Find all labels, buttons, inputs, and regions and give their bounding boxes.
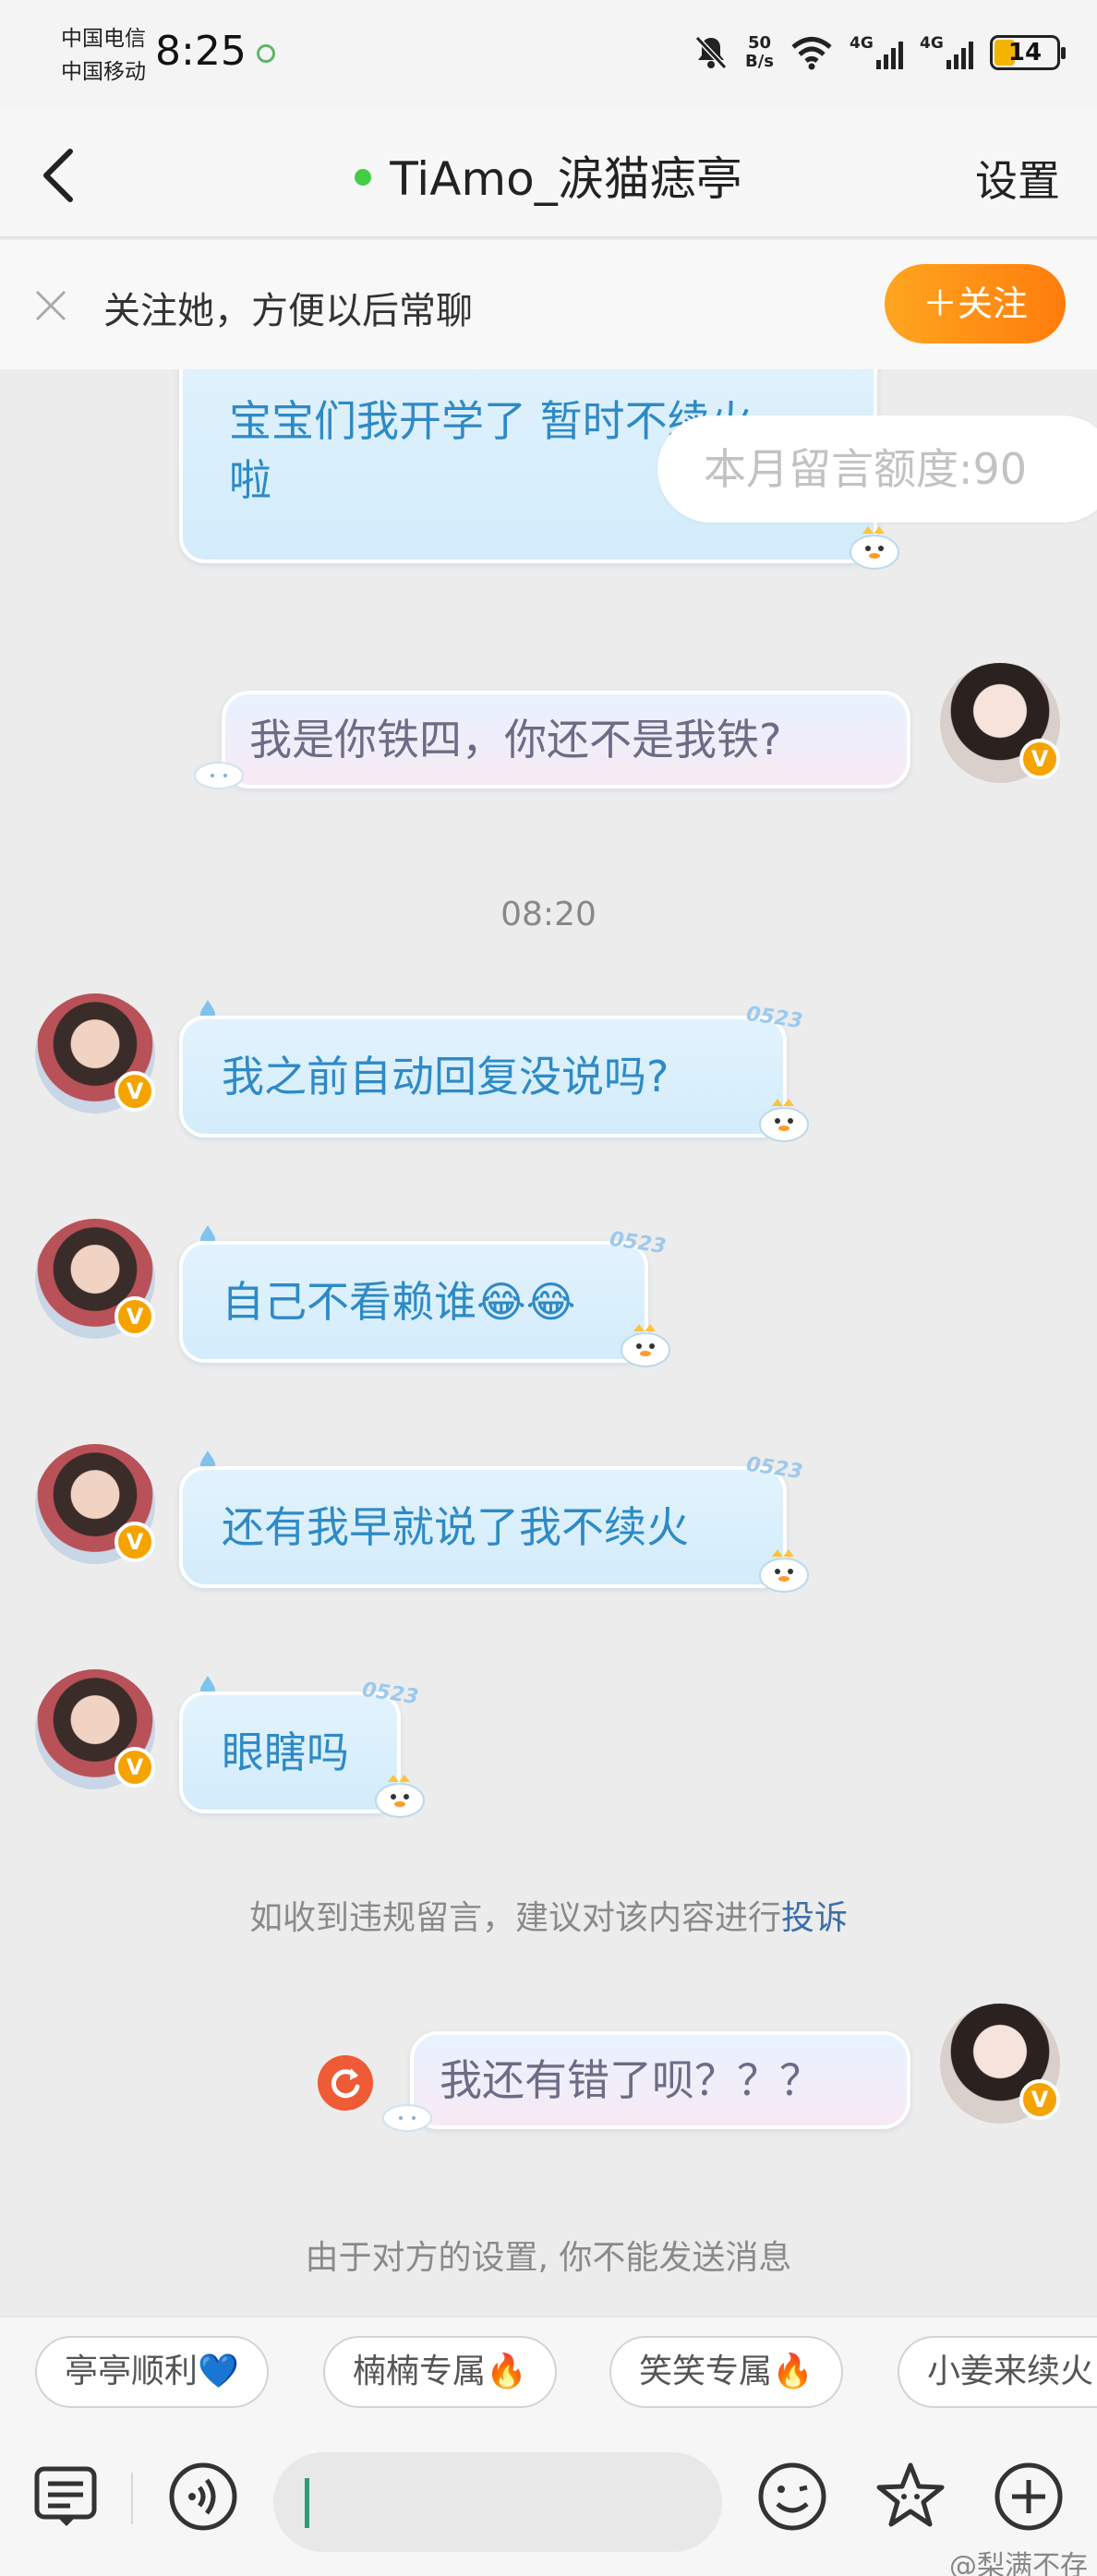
cannot-send-notice: 由于对方的设置, 你不能发送消息	[305, 2239, 792, 2277]
settings-button[interactable]: 设置	[975, 148, 1060, 209]
status-bar: 中国电信 中国移动 8:25 50 B/s 4G 4G 14	[0, 0, 1097, 109]
signal-1-icon: 4G	[850, 34, 903, 71]
wifi-icon	[791, 37, 832, 70]
text-caret	[305, 2478, 309, 2528]
clock: 8:25	[155, 28, 247, 75]
message-text: 眼瞎吗	[222, 1727, 349, 1777]
net-speed-unit: B/s	[744, 52, 774, 71]
watermark: @梨满不存	[949, 2550, 1088, 2576]
carrier-2: 中国移动	[61, 60, 146, 84]
verified-badge-icon: V	[1019, 739, 1060, 779]
net-speed-value: 50	[747, 33, 772, 53]
message-text: 我之前自动回复没说吗?	[222, 1052, 669, 1101]
duck-sticker-icon	[375, 1775, 425, 1818]
carrier-1: 中国电信	[61, 27, 146, 51]
signal-2-icon: 4G	[920, 34, 973, 71]
quick-reply-chip[interactable]: 亭亭顺利💙	[35, 2336, 269, 2408]
duck-sticker-icon	[759, 1549, 809, 1593]
emoji-icon[interactable]	[755, 2460, 829, 2534]
duck-sticker-icon	[759, 1099, 809, 1142]
status-icons: 50 B/s 4G 4G 14	[693, 28, 1066, 78]
follow-button[interactable]: ＋关注	[885, 264, 1066, 343]
quick-reply-chip[interactable]: 楠楠专属🔥	[323, 2336, 557, 2408]
report-notice-text: 如收到违规留言，建议对该内容进行	[248, 1899, 781, 1937]
report-link[interactable]: 投诉	[781, 1899, 848, 1937]
message-bubble[interactable]: 还有我早就说了我不续火	[179, 1466, 787, 1588]
message-text: 还有我早就说了我不续火	[222, 1502, 689, 1552]
mute-bell-icon	[694, 35, 728, 70]
online-status-dot	[355, 168, 372, 186]
resend-icon[interactable]	[318, 2055, 373, 2111]
close-icon[interactable]	[33, 288, 68, 323]
star-sticker-icon[interactable]	[874, 2460, 947, 2534]
verified-badge-icon: V	[115, 1747, 155, 1788]
divider	[131, 2473, 133, 2524]
carrier-info: 中国电信 中国移动	[61, 22, 146, 89]
input-bar	[0, 2425, 1097, 2576]
verified-badge-icon: V	[115, 1071, 155, 1112]
verified-badge-icon: V	[1019, 2079, 1060, 2120]
chat-header: TiAmo_涙猫痣亭 设置	[0, 109, 1097, 238]
duck-sticker-icon	[621, 1324, 670, 1367]
cloud-sticker-icon	[194, 762, 244, 789]
page-title: TiAmo_涙猫痣亭	[0, 142, 1097, 209]
quick-reply-bar: 亭亭顺利💙 楠楠专属🔥 笑笑专属🔥 小姜来续火	[0, 2316, 1097, 2425]
voice-icon[interactable]	[166, 2460, 240, 2534]
message-bubble[interactable]: 我还有错了呗？？？	[410, 2031, 910, 2129]
message-bubble[interactable]: 我是你铁四，你还不是我铁?	[222, 691, 910, 788]
cloud-sticker-icon	[382, 2104, 432, 2132]
verified-badge-icon: V	[115, 1296, 155, 1337]
net-speed: 50 B/s	[745, 34, 774, 71]
battery-icon: 14	[990, 35, 1066, 70]
message-list[interactable]: 宝宝们我开学了 暂时不续火 啦 本月留言额度:90 我是你铁四，你还不是我铁? …	[0, 369, 1097, 2317]
battery-percent: 14	[1007, 39, 1043, 66]
message-text: 我还有错了呗？？？	[440, 2055, 822, 2105]
verified-badge-icon: V	[115, 1522, 155, 1562]
quick-reply-chip[interactable]: 笑笑专属🔥	[609, 2336, 843, 2408]
sync-icon	[257, 44, 275, 63]
message-timestamp: 08:20	[500, 896, 597, 933]
follow-prompt: 关注她，方便以后常聊	[103, 290, 473, 332]
message-bubble[interactable]: 自己不看赖谁😂😂	[179, 1241, 648, 1363]
signal-2-label: 4G	[920, 34, 944, 53]
message-text: 我是你铁四，你还不是我铁?	[249, 715, 782, 764]
duck-sticker-icon	[850, 526, 899, 570]
message-text: 自己不看赖谁😂😂	[222, 1277, 576, 1327]
quota-popup: 本月留言额度:90	[657, 415, 1097, 523]
signal-1-label: 4G	[850, 34, 874, 53]
quick-reply-chip[interactable]: 小姜来续火	[898, 2336, 1097, 2408]
follow-banner: 关注她，方便以后常聊 ＋关注	[0, 240, 1097, 369]
contact-name: TiAmo_涙猫痣亭	[390, 152, 742, 206]
message-input[interactable]	[273, 2452, 722, 2552]
keyboard-list-icon[interactable]	[30, 2460, 103, 2534]
plus-icon[interactable]	[992, 2460, 1066, 2534]
report-notice: 如收到违规留言，建议对该内容进行投诉	[0, 1891, 1097, 1939]
message-bubble[interactable]: 我之前自动回复没说吗?	[179, 1016, 787, 1138]
